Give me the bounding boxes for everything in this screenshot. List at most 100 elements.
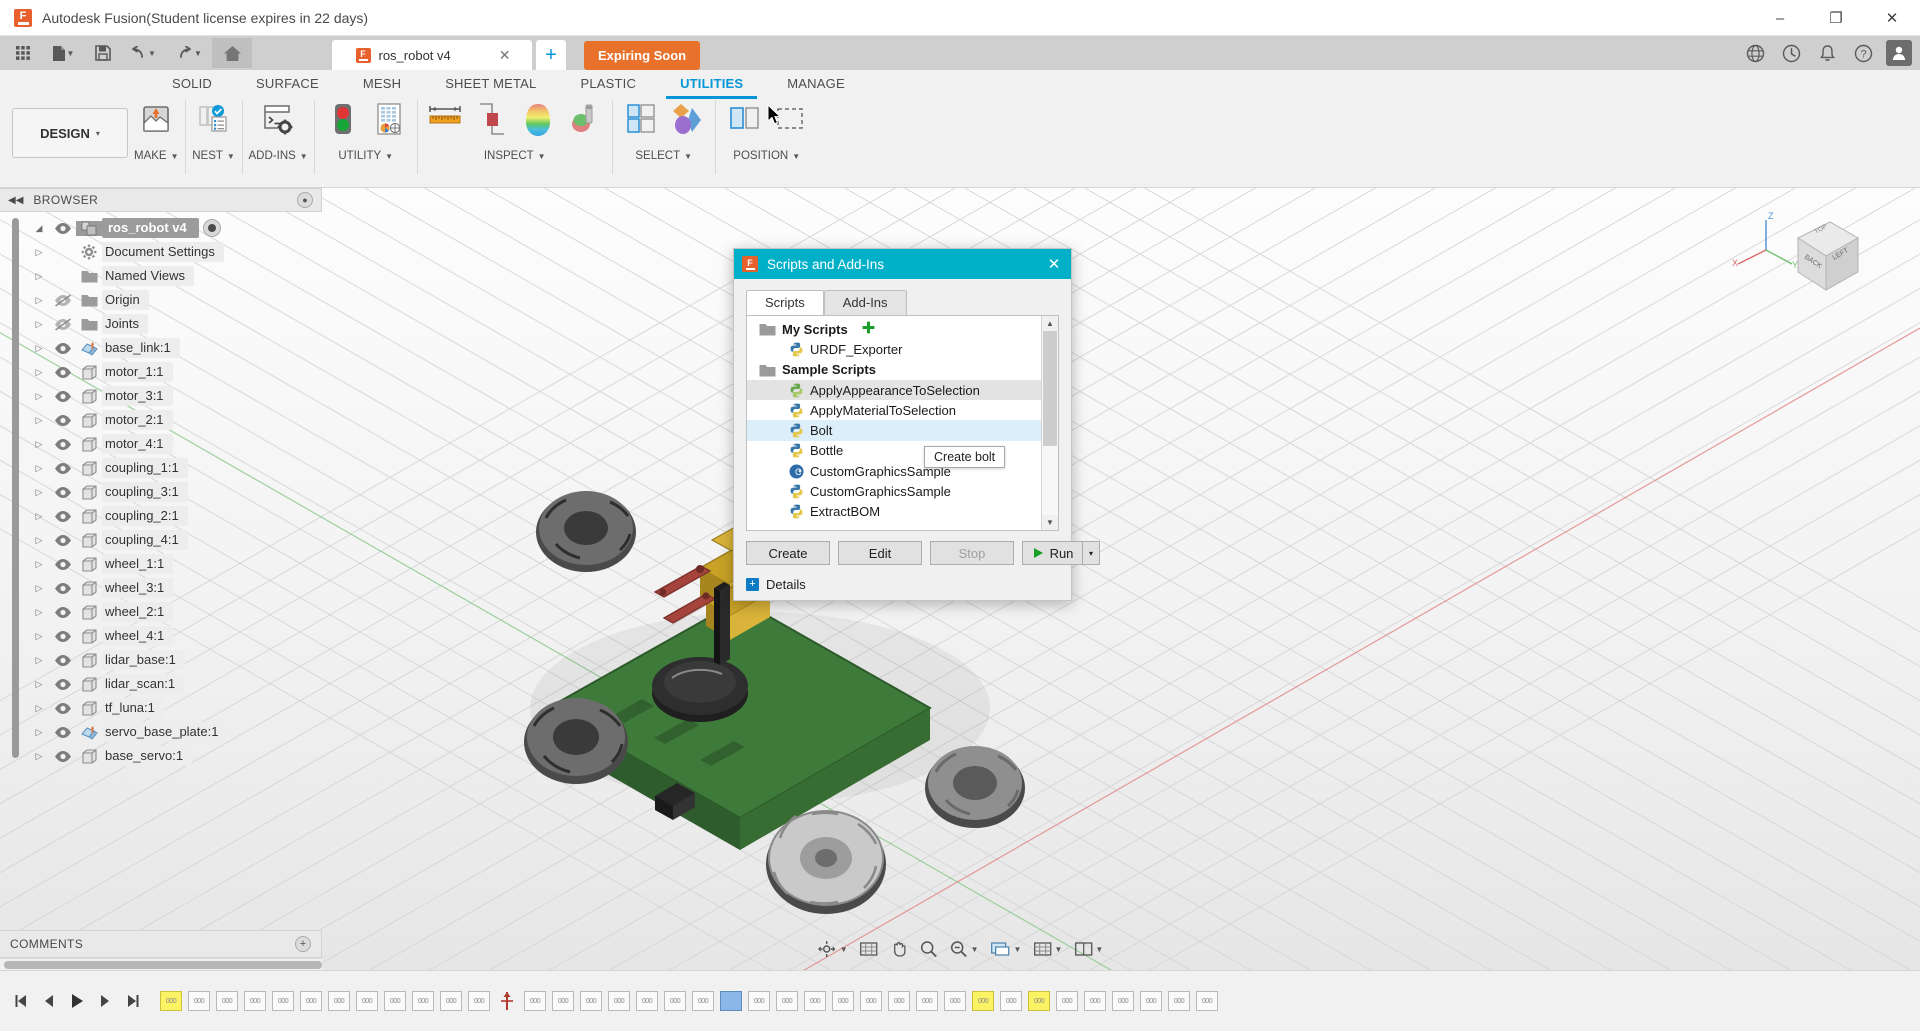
panel-label-make[interactable]: MAKE ▼: [134, 150, 179, 162]
eye-visible-icon[interactable]: [54, 366, 72, 379]
panel-label-nest[interactable]: NEST ▼: [192, 150, 235, 162]
timeline-feature[interactable]: 000: [298, 986, 324, 1016]
visibility-toggle[interactable]: [50, 630, 76, 643]
timeline-feature[interactable]: 000: [438, 986, 464, 1016]
visibility-toggle[interactable]: [50, 438, 76, 451]
tab-scripts[interactable]: Scripts: [746, 290, 824, 316]
eye-visible-icon[interactable]: [54, 462, 72, 475]
expand-arrow[interactable]: ▷: [28, 583, 50, 594]
timeline-feature[interactable]: 000: [634, 986, 660, 1016]
script-item-bolt[interactable]: Bolt: [747, 420, 1041, 441]
app-grid-icon[interactable]: [6, 38, 40, 68]
dialog-title-bar[interactable]: F Scripts and Add-Ins ✕: [734, 249, 1071, 279]
step-forward-icon[interactable]: [92, 986, 118, 1016]
visibility-toggle[interactable]: [50, 342, 76, 355]
add-comment-button[interactable]: +: [295, 936, 311, 952]
visibility-toggle[interactable]: [50, 293, 76, 307]
visibility-toggle[interactable]: [50, 366, 76, 379]
timeline-feature[interactable]: 000: [886, 986, 912, 1016]
expand-arrow[interactable]: ▷: [28, 247, 50, 258]
timeline-feature[interactable]: 000: [522, 986, 548, 1016]
panel-label-utility[interactable]: UTILITY ▼: [338, 150, 393, 162]
timeline-feature[interactable]: 000: [1082, 986, 1108, 1016]
workspace-switcher[interactable]: DESIGN ▾: [12, 108, 128, 158]
expand-arrow[interactable]: ▷: [28, 319, 50, 330]
visibility-toggle[interactable]: [50, 702, 76, 715]
browser-item-wheel_4-1[interactable]: ▷ wheel_4:1: [0, 624, 322, 648]
timeline-feature[interactable]: 000: [1110, 986, 1136, 1016]
ribbon-tab-surface[interactable]: SURFACE: [234, 70, 341, 96]
visibility-toggle[interactable]: [50, 750, 76, 763]
eye-visible-icon[interactable]: [54, 414, 72, 427]
zoom-window-icon[interactable]: ▼: [946, 936, 983, 962]
view-cube[interactable]: Z X Y BACK LEFT TOP: [1730, 208, 1860, 318]
timeline-feature[interactable]: 000: [270, 986, 296, 1016]
timeline-feature[interactable]: 000: [466, 986, 492, 1016]
utility-report-button[interactable]: [367, 100, 411, 140]
timeline-feature[interactable]: 000: [1166, 986, 1192, 1016]
browser-item-origin[interactable]: ▷ Origin: [0, 288, 322, 312]
expand-arrow[interactable]: ▷: [28, 655, 50, 666]
tree-scrollbar[interactable]: [12, 218, 19, 758]
timeline-feature[interactable]: 000: [942, 986, 968, 1016]
timeline-feature[interactable]: 000: [802, 986, 828, 1016]
timeline-feature[interactable]: 000: [578, 986, 604, 1016]
orbit-icon[interactable]: ▼: [813, 936, 852, 962]
browser-item-document-settings[interactable]: ▷ Document Settings: [0, 240, 322, 264]
curvature-map-button[interactable]: [516, 100, 560, 138]
timeline-feature[interactable]: 000: [746, 986, 772, 1016]
timeline-feature[interactable]: 000: [158, 986, 184, 1016]
timeline-feature[interactable]: 000: [774, 986, 800, 1016]
script-item-customgraphicssample[interactable]: CustomGraphicsSample: [747, 481, 1041, 501]
timeline-feature[interactable]: 000: [382, 986, 408, 1016]
browser-item-motor_1-1[interactable]: ▷ motor_1:1: [0, 360, 322, 384]
script-group-sample-scripts[interactable]: Sample Scripts: [747, 360, 1041, 380]
timeline-feature[interactable]: 000: [186, 986, 212, 1016]
run-button[interactable]: Run: [1022, 541, 1082, 565]
measure-button[interactable]: [424, 100, 468, 136]
browser-item-wheel_1-1[interactable]: ▷ wheel_1:1: [0, 552, 322, 576]
timeline-feature[interactable]: 000: [914, 986, 940, 1016]
eye-visible-icon[interactable]: [54, 726, 72, 739]
position-revert-button[interactable]: [768, 100, 812, 136]
avatar[interactable]: [1886, 40, 1912, 66]
run-options-button[interactable]: ▾: [1082, 541, 1100, 565]
timeline-feature[interactable]: 000: [858, 986, 884, 1016]
timeline-feature[interactable]: 000: [214, 986, 240, 1016]
expand-arrow[interactable]: ▷: [28, 751, 50, 762]
panel-label-add-ins[interactable]: ADD-INS ▼: [249, 150, 308, 162]
eye-visible-icon[interactable]: [54, 654, 72, 667]
timeline-feature[interactable]: 000: [1194, 986, 1220, 1016]
visibility-toggle[interactable]: [50, 222, 76, 235]
pan-grid-icon[interactable]: [856, 936, 882, 962]
notifications-icon[interactable]: [1810, 38, 1844, 68]
viewports-icon[interactable]: ▼: [1070, 936, 1107, 962]
expand-arrow[interactable]: ▷: [28, 559, 50, 570]
ribbon-tab-solid[interactable]: SOLID: [150, 70, 234, 96]
browser-item-coupling_2-1[interactable]: ▷ coupling_2:1: [0, 504, 322, 528]
browser-item-tf_luna-1[interactable]: ▷ tf_luna:1: [0, 696, 322, 720]
panel-label-inspect[interactable]: INSPECT ▼: [484, 150, 546, 162]
browser-item-lidar_scan-1[interactable]: ▷ lidar_scan:1: [0, 672, 322, 696]
scroll-down-button[interactable]: ▼: [1042, 515, 1058, 530]
ribbon-tab-manage[interactable]: MANAGE: [765, 70, 867, 96]
zoom-icon[interactable]: [916, 936, 942, 962]
expand-arrow[interactable]: ▷: [28, 487, 50, 498]
eye-hidden-icon[interactable]: [54, 293, 72, 307]
browser-item-coupling_3-1[interactable]: ▷ coupling_3:1: [0, 480, 322, 504]
step-back-icon[interactable]: [36, 986, 62, 1016]
browser-item-motor_4-1[interactable]: ▷ motor_4:1: [0, 432, 322, 456]
section-analysis-button[interactable]: [470, 100, 514, 138]
scroll-thumb[interactable]: [1043, 331, 1057, 446]
visibility-toggle[interactable]: [50, 390, 76, 403]
panel-label-position[interactable]: POSITION ▼: [733, 150, 800, 162]
make-3d-print-button[interactable]: [134, 100, 178, 136]
eye-visible-icon[interactable]: [54, 390, 72, 403]
timeline-feature[interactable]: 000: [662, 986, 688, 1016]
eye-hidden-icon[interactable]: [54, 317, 72, 331]
browser-item-coupling_1-1[interactable]: ▷ coupling_1:1: [0, 456, 322, 480]
comments-bar[interactable]: COMMENTS +: [0, 930, 322, 958]
expand-arrow[interactable]: ▷: [28, 511, 50, 522]
eye-visible-icon[interactable]: [54, 750, 72, 763]
panel-label-select[interactable]: SELECT ▼: [635, 150, 692, 162]
